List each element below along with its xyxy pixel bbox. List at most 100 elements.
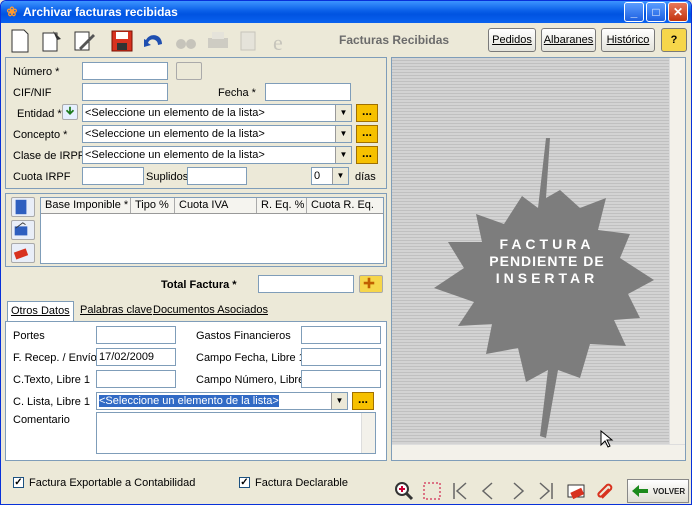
comentario-textarea[interactable] — [96, 412, 376, 454]
declarable-checkbox[interactable]: ✓ — [239, 477, 250, 488]
help-button[interactable]: ? — [661, 28, 687, 52]
tab-otros-datos[interactable]: Otros Datos — [7, 301, 74, 321]
entidad-select[interactable]: <Seleccione un elemento de la lista> ▼ — [82, 104, 352, 122]
open-document-button[interactable] — [37, 27, 67, 55]
email-icon: e — [273, 30, 283, 54]
binoculars-button[interactable] — [171, 27, 201, 55]
chevron-down-icon: ▼ — [335, 105, 351, 121]
ctexto-input[interactable] — [96, 370, 176, 388]
preview-vertical-scrollbar[interactable] — [669, 58, 685, 444]
comentario-scrollbar[interactable] — [361, 413, 375, 453]
leaf-icon: ❀ — [6, 4, 18, 19]
cif-label: CIF/NIF — [13, 87, 52, 99]
tab-documentos-asociados[interactable]: Documentos Asociados — [150, 301, 271, 319]
irpf-more-button[interactable]: ... — [356, 146, 378, 164]
first-page-icon — [453, 482, 467, 500]
dias-value: 0 — [314, 170, 321, 182]
volver-label: VOLVER — [652, 486, 686, 496]
gastos-input[interactable] — [301, 326, 381, 344]
entidad-label: Entidad * — [17, 108, 62, 120]
tab-palabras-clave[interactable]: Palabras clave — [77, 301, 155, 319]
eraser-icon — [567, 484, 585, 500]
col-cuota-iva[interactable]: Cuota IVA — [175, 198, 257, 213]
otros-datos-panel: Portes Gastos Financieros F. Recep. / En… — [5, 321, 387, 461]
print-button[interactable] — [203, 27, 233, 55]
new-document-button[interactable] — [5, 27, 35, 55]
concepto-select[interactable]: <Seleccione un elemento de la lista> ▼ — [82, 125, 352, 143]
col-cuota-req[interactable]: Cuota R. Eq. — [307, 198, 383, 213]
preview-line3: INSERTAR — [495, 270, 599, 286]
gastos-label: Gastos Financieros — [196, 330, 291, 342]
dias-select[interactable]: 0 ▼ — [311, 167, 349, 185]
preview-line2: PENDIENTE DE — [489, 253, 605, 269]
col-tipo[interactable]: Tipo % — [131, 198, 175, 213]
select-area-icon — [423, 482, 441, 500]
back-arrow-icon — [631, 485, 648, 497]
pedidos-button[interactable]: Pedidos — [488, 28, 536, 52]
total-input[interactable] — [258, 275, 354, 293]
iva-table[interactable]: Base Imponible * Tipo % Cuota IVA R. Eq.… — [40, 197, 384, 264]
grid-delete-row-button[interactable] — [11, 243, 35, 263]
attach-file-button[interactable] — [593, 477, 619, 504]
volver-button[interactable]: VOLVER — [627, 479, 689, 503]
chevron-down-icon: ▼ — [335, 126, 351, 142]
cuota-irpf-label: Cuota IRPF — [13, 171, 71, 183]
save-button[interactable] — [107, 27, 137, 55]
concepto-select-value: <Seleccione un elemento de la lista> — [85, 128, 265, 140]
attach-button[interactable] — [235, 27, 265, 55]
window-title: Archivar facturas recibidas — [23, 5, 178, 19]
preview-horizontal-scrollbar[interactable] — [392, 444, 685, 460]
next-page-button[interactable] — [505, 477, 531, 504]
grid-new-row-button[interactable] — [11, 197, 35, 217]
select-area-button[interactable] — [419, 477, 445, 504]
exportable-checkbox[interactable]: ✓ — [13, 477, 24, 488]
entidad-refresh-button[interactable] — [62, 104, 78, 120]
suplidos-input[interactable] — [187, 167, 247, 185]
entidad-more-button[interactable]: ... — [356, 104, 378, 122]
zoom-in-button[interactable] — [391, 477, 417, 504]
historico-button[interactable]: Histórico — [601, 28, 655, 52]
total-label: Total Factura * — [161, 279, 237, 291]
clista-more-button[interactable]: ... — [352, 392, 374, 410]
maximize-button[interactable]: □ — [646, 2, 666, 22]
declarable-label: Factura Declarable — [255, 477, 348, 489]
previous-page-button[interactable] — [475, 477, 501, 504]
recep-input[interactable]: 17/02/2009 — [96, 348, 176, 366]
plus-icon — [363, 277, 375, 289]
portes-input[interactable] — [96, 326, 176, 344]
email-button[interactable]: e — [267, 27, 297, 55]
comentario-label: Comentario — [13, 414, 70, 426]
close-button[interactable]: ✕ — [668, 2, 688, 22]
first-page-button[interactable] — [447, 477, 473, 504]
fecha-label: Fecha * — [218, 87, 256, 99]
undo-button[interactable] — [139, 27, 169, 55]
cuota-irpf-input[interactable] — [82, 167, 144, 185]
clista-select[interactable]: <Seleccione un elemento de la lista> ▼ — [96, 392, 348, 410]
edit-row-icon — [14, 222, 28, 236]
invoice-preview: FACTURA PENDIENTE DE INSERTAR — [391, 57, 686, 461]
erase-document-button[interactable] — [563, 477, 589, 504]
cif-input[interactable] — [82, 83, 168, 101]
numero-input[interactable] — [82, 62, 168, 80]
concepto-more-button[interactable]: ... — [356, 125, 378, 143]
numero-browse-button[interactable] — [176, 62, 202, 80]
eraser-icon — [13, 248, 29, 260]
albaranes-button[interactable]: Albaranes — [541, 28, 596, 52]
toolbar: e Facturas Recibidas Pedidos Albaranes H… — [5, 25, 689, 57]
col-base-imponible[interactable]: Base Imponible * — [41, 198, 131, 213]
edit-button[interactable] — [69, 27, 99, 55]
ctexto-label: C.Texto, Libre 1 — [13, 374, 91, 386]
irpf-select[interactable]: <Seleccione un elemento de la lista> ▼ — [82, 146, 352, 164]
col-req[interactable]: R. Eq. % — [257, 198, 307, 213]
campo-numero-input[interactable] — [301, 370, 381, 388]
main-form-panel: Número * CIF/NIF Fecha * Entidad * <Sele… — [5, 57, 387, 189]
recep-label: F. Recep. / Envío — [13, 352, 97, 364]
concepto-label: Concepto * — [13, 129, 68, 141]
minimize-button[interactable]: _ — [624, 2, 644, 22]
last-page-button[interactable] — [533, 477, 559, 504]
campo-fecha-input[interactable] — [301, 348, 381, 366]
new-row-icon — [15, 199, 27, 215]
fecha-input[interactable] — [265, 83, 351, 101]
total-calc-button[interactable] — [359, 275, 383, 293]
grid-edit-row-button[interactable] — [11, 220, 35, 240]
